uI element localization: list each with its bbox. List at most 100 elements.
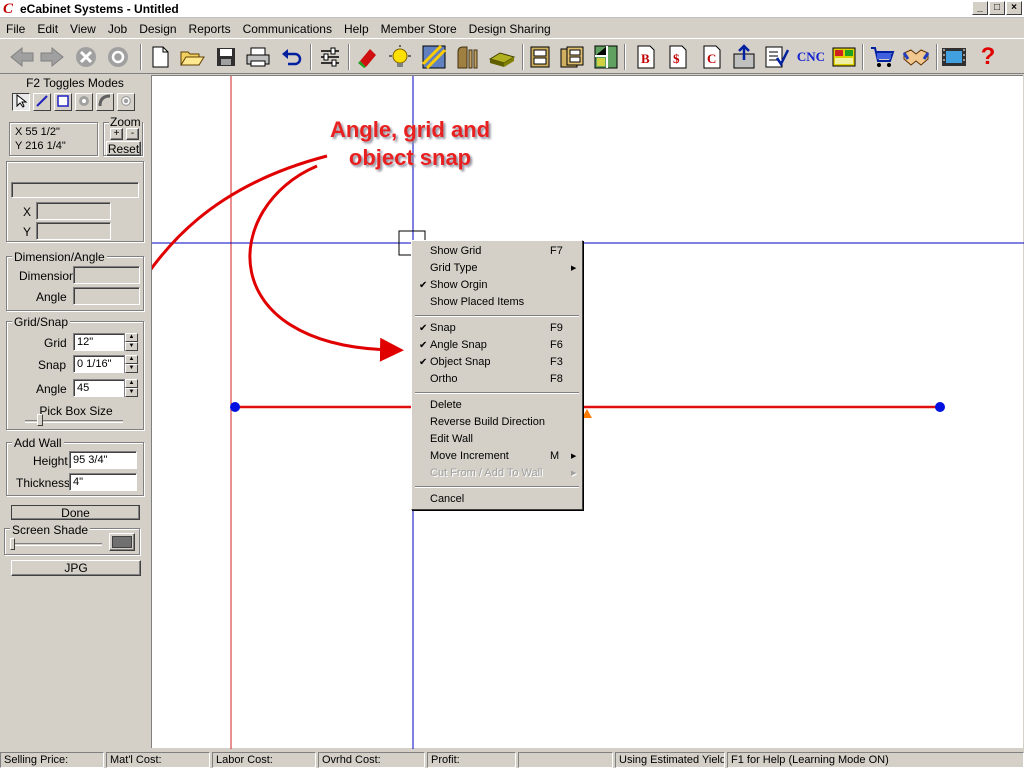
- menu-item-snap[interactable]: ✔ Snap F9: [415, 320, 579, 337]
- cabinets-list-icon[interactable]: [558, 43, 586, 71]
- snap-spinner[interactable]: ▲ ▼: [124, 355, 138, 373]
- jpg-button[interactable]: JPG: [11, 560, 141, 576]
- screen-shade-thumb[interactable]: [10, 538, 15, 550]
- back-arrow-icon[interactable]: [8, 43, 36, 71]
- grid-input[interactable]: 12": [73, 333, 125, 351]
- arc-mode-icon[interactable]: [96, 93, 114, 111]
- settings-sliders-icon[interactable]: [316, 43, 344, 71]
- drawing-canvas[interactable]: [151, 75, 1024, 749]
- video-film-icon[interactable]: [940, 43, 968, 71]
- rectangle-mode-icon[interactable]: [54, 93, 72, 111]
- svg-text:C: C: [707, 51, 716, 66]
- print-icon[interactable]: [244, 43, 272, 71]
- point-x-field: [36, 202, 111, 220]
- price-report-icon[interactable]: $: [664, 43, 692, 71]
- menu-item-show-grid[interactable]: Show Grid F7: [415, 243, 579, 260]
- grid-spinner[interactable]: ▲ ▼: [124, 333, 138, 351]
- select-mode-icon[interactable]: [12, 93, 30, 111]
- menu-edit[interactable]: Edit: [31, 22, 64, 36]
- menu-communications[interactable]: Communications: [237, 22, 338, 36]
- snap-input[interactable]: 0 1/16": [73, 355, 125, 373]
- dimension-angle-group: Dimension/Angle Dimension Angle: [6, 250, 144, 311]
- snap-label: Snap: [38, 358, 67, 372]
- menu-design-sharing[interactable]: Design Sharing: [463, 22, 557, 36]
- cabinet-icon[interactable]: [526, 43, 554, 71]
- snap-angle-spinner[interactable]: ▲ ▼: [124, 379, 138, 397]
- menu-item-show-placed-items[interactable]: Show Placed Items: [415, 294, 579, 311]
- menu-job[interactable]: Job: [102, 22, 133, 36]
- menu-item-object-snap[interactable]: ✔ Object Snap F3: [415, 354, 579, 371]
- menu-item-move-increment[interactable]: Move Increment M ▶: [415, 448, 579, 465]
- line-mode-icon[interactable]: [33, 93, 51, 111]
- snap-angle-input[interactable]: 45: [73, 379, 125, 397]
- add-wall-title: Add Wall: [12, 436, 64, 450]
- menu-file[interactable]: File: [0, 22, 31, 36]
- coordinates-box: X 55 1/2" Y 216 1/4": [9, 122, 98, 156]
- handshake-icon[interactable]: [902, 43, 930, 71]
- refresh-icon[interactable]: [104, 43, 132, 71]
- menu-help[interactable]: Help: [338, 22, 375, 36]
- menu-separator: [415, 392, 579, 394]
- menu-member-store[interactable]: Member Store: [375, 22, 463, 36]
- status-yield: Using Estimated Yield: [615, 752, 725, 768]
- status-empty: [518, 752, 613, 768]
- sheet-layout-icon[interactable]: [830, 43, 858, 71]
- wall-start-point: [230, 402, 240, 412]
- help-icon[interactable]: ?: [974, 43, 1002, 71]
- menu-design[interactable]: Design: [133, 22, 182, 36]
- svg-text:B: B: [641, 51, 650, 66]
- menu-item-angle-snap[interactable]: ✔ Angle Snap F6: [415, 337, 579, 354]
- snap-angle-label: Angle: [36, 382, 67, 396]
- restore-button[interactable]: □: [989, 1, 1005, 15]
- point-name-field: [11, 182, 139, 198]
- rotate-mode-icon[interactable]: [117, 93, 135, 111]
- height-label: Height: [33, 454, 68, 468]
- menu-item-reverse-build-direction[interactable]: Reverse Build Direction: [415, 414, 579, 431]
- zoom-in-button[interactable]: +: [110, 128, 123, 140]
- status-profit: Profit:: [427, 752, 516, 768]
- minimize-button[interactable]: _: [972, 1, 988, 15]
- menu-reports[interactable]: Reports: [183, 22, 237, 36]
- screen-shade-track: [10, 543, 102, 546]
- wall-thickness-input[interactable]: 4": [69, 473, 137, 491]
- upload-icon[interactable]: [730, 43, 758, 71]
- menu-item-cancel[interactable]: Cancel: [415, 491, 579, 508]
- close-button[interactable]: ×: [1006, 1, 1022, 15]
- countertop-icon[interactable]: [488, 43, 516, 71]
- hardware-bulb-icon[interactable]: [386, 43, 414, 71]
- material-icon[interactable]: [354, 43, 382, 71]
- add-wall-group: Add Wall Height 95 3/4" Thickness 4": [6, 436, 144, 496]
- forward-arrow-icon[interactable]: [38, 43, 66, 71]
- checklist-icon[interactable]: [762, 43, 790, 71]
- status-bar: Selling Price: Mat'l Cost: Labor Cost: O…: [0, 750, 1024, 768]
- menu-item-edit-wall[interactable]: Edit Wall: [415, 431, 579, 448]
- new-file-icon[interactable]: [146, 43, 174, 71]
- molding-icon[interactable]: [454, 43, 482, 71]
- shade-color-swatch[interactable]: [109, 533, 135, 551]
- grid-snap-group: Grid/Snap Grid 12" ▲ ▼ Snap 0 1/16" ▲ ▼ An…: [6, 315, 144, 430]
- window-title: eCabinet Systems - Untitled: [20, 2, 179, 16]
- save-icon[interactable]: [212, 43, 240, 71]
- menu-item-grid-type[interactable]: Grid Type ▶: [415, 260, 579, 277]
- cnc-button[interactable]: CNC: [796, 43, 826, 71]
- wall-height-input[interactable]: 95 3/4": [69, 451, 137, 469]
- room-layout-icon[interactable]: [592, 43, 620, 71]
- menu-item-delete[interactable]: Delete: [415, 397, 579, 414]
- circle-mode-icon[interactable]: [75, 93, 93, 111]
- app-logo-icon: C: [3, 1, 14, 17]
- angle-label: Angle: [36, 290, 67, 304]
- stop-icon[interactable]: [72, 43, 100, 71]
- menu-item-show-origin[interactable]: ✔ Show Orgin: [415, 277, 579, 294]
- menu-view[interactable]: View: [64, 22, 102, 36]
- shopping-cart-icon[interactable]: [868, 43, 896, 71]
- zoom-reset-button[interactable]: Reset: [106, 141, 141, 156]
- open-folder-icon[interactable]: [178, 43, 206, 71]
- cut-list-icon[interactable]: C: [698, 43, 726, 71]
- pick-box-slider-thumb[interactable]: [37, 414, 43, 426]
- door-style-icon[interactable]: [420, 43, 448, 71]
- done-button[interactable]: Done: [11, 505, 140, 520]
- bid-report-icon[interactable]: B: [632, 43, 660, 71]
- zoom-out-button[interactable]: -: [126, 128, 139, 140]
- undo-icon[interactable]: [278, 43, 306, 71]
- menu-item-ortho[interactable]: Ortho F8: [415, 371, 579, 388]
